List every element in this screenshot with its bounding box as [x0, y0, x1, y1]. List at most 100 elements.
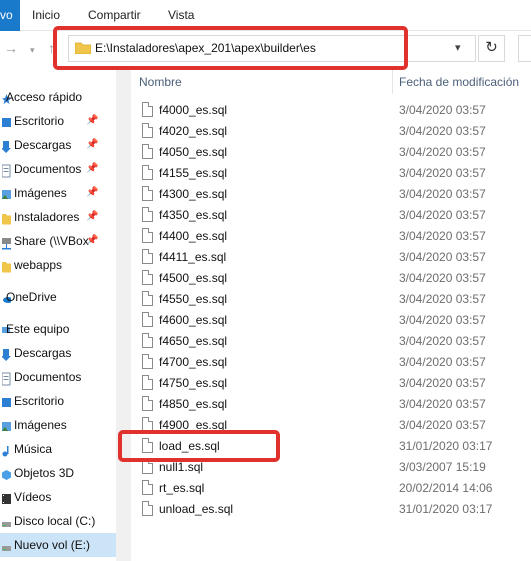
scrollbar[interactable] [116, 70, 131, 561]
documents-icon [1, 162, 11, 178]
file-icon [142, 396, 153, 411]
file-name: f4600_es.sql [159, 313, 228, 327]
sidebar-item-instaladores[interactable]: Instaladores 📌 [0, 205, 116, 229]
file-row[interactable]: rt_es.sql 20/02/2014 14:06 [131, 478, 531, 499]
sidebar-label: Descargas [14, 138, 72, 152]
sidebar-label: Música [14, 442, 53, 456]
file-name: f4750_es.sql [159, 376, 228, 390]
file-date: 3/04/2020 03:57 [399, 376, 486, 390]
sidebar-item-objetos-3d[interactable]: Objetos 3D [0, 461, 116, 485]
file-row[interactable]: f4600_es.sql 3/04/2020 03:57 [131, 310, 531, 331]
pin-icon[interactable]: 📌 [86, 157, 98, 181]
folder-icon [2, 258, 11, 273]
sidebar-label: Documentos [14, 370, 82, 384]
file-row[interactable]: f4750_es.sql 3/04/2020 03:57 [131, 373, 531, 394]
sidebar-item-m-sica[interactable]: Música [0, 437, 116, 461]
sidebar-label: webapps [14, 258, 63, 272]
file-date: 3/04/2020 03:57 [399, 334, 486, 348]
forward-arrow-icon[interactable]: → [4, 41, 18, 55]
file-icon [142, 480, 153, 495]
sidebar-label: Este equipo [6, 322, 70, 336]
file-date: 3/04/2020 03:57 [399, 145, 486, 159]
column-divider[interactable] [392, 70, 393, 94]
pin-icon[interactable]: 📌 [86, 133, 98, 157]
file-date: 20/02/2014 14:06 [399, 481, 493, 495]
file-icon [142, 354, 153, 369]
sidebar-item-onedrive[interactable]: OneDrive [0, 285, 116, 309]
file-icon [142, 186, 153, 201]
file-row[interactable]: f4020_es.sql 3/04/2020 03:57 [131, 121, 531, 142]
sidebar-item-documentos[interactable]: Documentos [0, 365, 116, 389]
file-row[interactable]: f4411_es.sql 3/04/2020 03:57 [131, 247, 531, 268]
sidebar-label: Share (\\VBox [14, 234, 89, 248]
recent-chevron-icon[interactable]: ▾ [30, 43, 44, 57]
column-header-date[interactable]: Fecha de modificación [399, 70, 519, 94]
sidebar-item-webapps[interactable]: webapps [0, 253, 116, 277]
file-row[interactable]: f4850_es.sql 3/04/2020 03:57 [131, 394, 531, 415]
sidebar-label: Objetos 3D [14, 466, 75, 480]
file-icon [142, 102, 153, 117]
file-row[interactable]: f4650_es.sql 3/04/2020 03:57 [131, 331, 531, 352]
search-input[interactable] [518, 35, 531, 62]
sidebar-item-descargas[interactable]: Descargas 📌 [0, 133, 116, 157]
sidebar-item-escritorio[interactable]: Escritorio 📌 [0, 109, 116, 133]
file-name: f4155_es.sql [159, 166, 228, 180]
file-icon [142, 501, 153, 516]
pin-icon[interactable]: 📌 [86, 229, 98, 253]
3d-objects-icon [2, 466, 11, 480]
file-icon [142, 144, 153, 159]
file-row[interactable]: f4550_es.sql 3/04/2020 03:57 [131, 289, 531, 310]
pin-icon[interactable]: 📌 [86, 109, 98, 133]
pin-icon[interactable]: 📌 [86, 181, 98, 205]
file-row[interactable]: f4000_es.sql 3/04/2020 03:57 [131, 100, 531, 121]
sidebar-label: Imágenes [14, 418, 67, 432]
file-name: f4400_es.sql [159, 229, 228, 243]
sidebar-label: Escritorio [14, 394, 65, 408]
sidebar-label: Disco local (C:) [14, 514, 96, 528]
file-date: 3/04/2020 03:57 [399, 313, 486, 327]
network-drive-icon [2, 234, 11, 250]
file-date: 31/01/2020 03:17 [399, 502, 493, 516]
sidebar-label: OneDrive [6, 290, 57, 304]
sidebar-item-this-pc[interactable]: Este equipo [0, 317, 116, 341]
sidebar-item-escritorio[interactable]: Escritorio [0, 389, 116, 413]
file-name: f4050_es.sql [159, 145, 228, 159]
column-header-name[interactable]: Nombre [139, 70, 182, 94]
file-name: f4411_es.sql [159, 250, 227, 264]
sidebar-item-im-genes[interactable]: Imágenes 📌 [0, 181, 116, 205]
sidebar-item-nuevo-vol-e[interactable]: Nuevo vol (E:) [0, 533, 116, 557]
sidebar-item-im-genes[interactable]: Imágenes [0, 413, 116, 437]
sidebar-item-quick-access[interactable]: Acceso rápido [0, 85, 116, 109]
file-tab[interactable]: vo [0, 0, 20, 31]
file-row[interactable]: f4350_es.sql 3/04/2020 03:57 [131, 205, 531, 226]
sidebar-item-documentos[interactable]: Documentos 📌 [0, 157, 116, 181]
file-icon [142, 249, 153, 264]
file-row[interactable]: f4700_es.sql 3/04/2020 03:57 [131, 352, 531, 373]
file-name: f4650_es.sql [159, 334, 228, 348]
sidebar-item-v-deos[interactable]: Vídeos [0, 485, 116, 509]
file-icon [142, 270, 153, 285]
file-icon [142, 333, 153, 348]
file-row[interactable]: f4300_es.sql 3/04/2020 03:57 [131, 184, 531, 205]
folder-icon [2, 210, 11, 225]
sidebar-item-descargas[interactable]: Descargas [0, 341, 116, 365]
sidebar-item-share-vbox[interactable]: Share (\\VBox 📌 [0, 229, 116, 253]
drive-icon [2, 538, 11, 552]
pin-icon[interactable]: 📌 [86, 205, 98, 229]
chevron-down-icon[interactable]: ▾ [455, 41, 467, 54]
file-date: 3/04/2020 03:57 [399, 124, 486, 138]
refresh-button[interactable]: ↻ [478, 35, 505, 62]
file-date: 3/04/2020 03:57 [399, 187, 486, 201]
download-icon [1, 138, 11, 153]
file-name: f4350_es.sql [159, 208, 228, 222]
file-row[interactable]: f4400_es.sql 3/04/2020 03:57 [131, 226, 531, 247]
file-date: 3/04/2020 03:57 [399, 271, 486, 285]
file-name: f4850_es.sql [159, 397, 228, 411]
file-row[interactable]: f4050_es.sql 3/04/2020 03:57 [131, 142, 531, 163]
file-icon [142, 228, 153, 243]
sidebar-item-disco-local-c[interactable]: Disco local (C:) [0, 509, 116, 533]
file-name: f4020_es.sql [159, 124, 228, 138]
file-row[interactable]: unload_es.sql 31/01/2020 03:17 [131, 499, 531, 520]
file-row[interactable]: f4500_es.sql 3/04/2020 03:57 [131, 268, 531, 289]
file-row[interactable]: f4155_es.sql 3/04/2020 03:57 [131, 163, 531, 184]
